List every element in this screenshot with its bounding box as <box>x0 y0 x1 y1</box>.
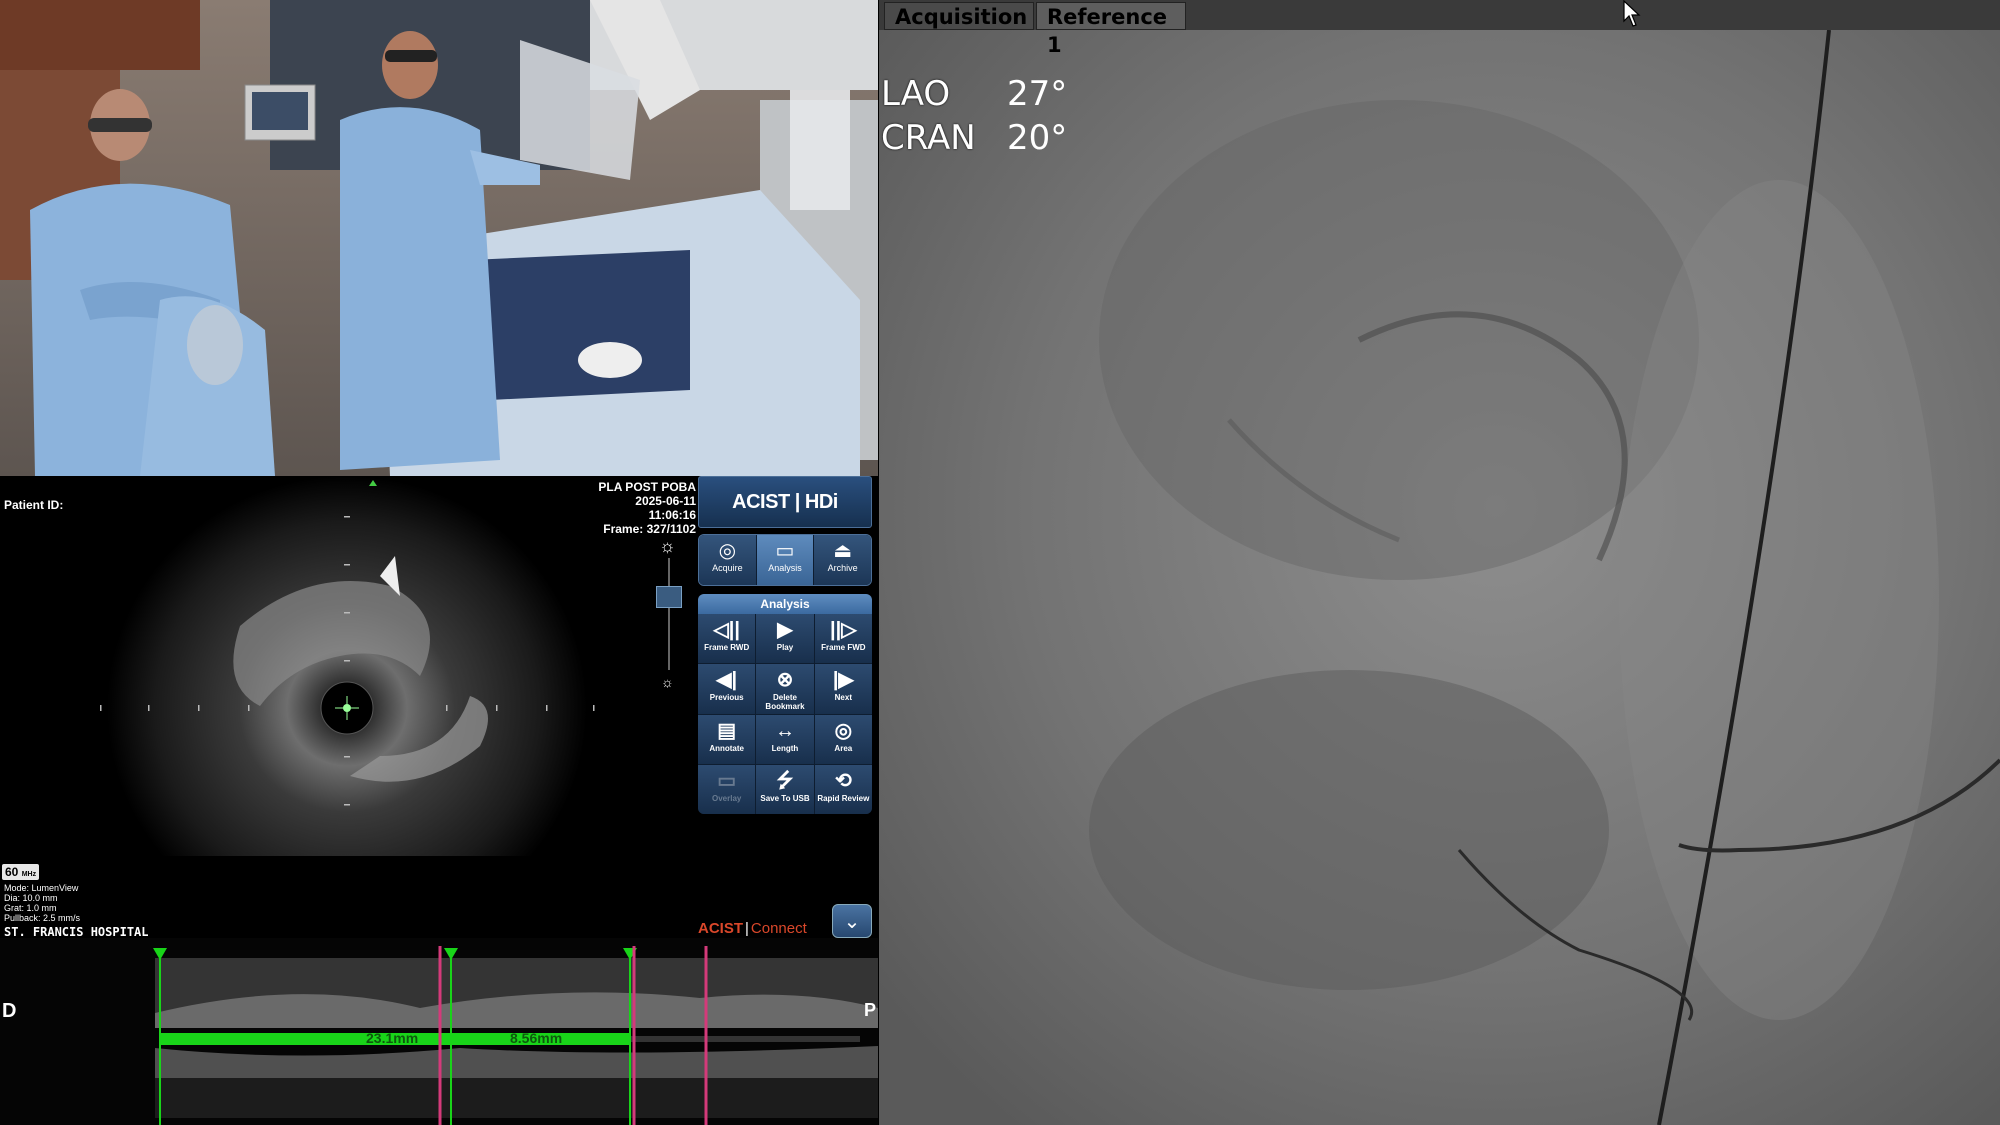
frame-rewind-label: Frame RWD <box>704 643 750 652</box>
archive-button[interactable]: ⏏ Archive <box>814 535 871 585</box>
lao-angle-value: 27° <box>1007 74 1068 114</box>
acist-hdi-logo: ACIST | HDi <box>698 476 872 528</box>
brightness-high-icon: ☼ <box>659 536 676 556</box>
ruler-icon: ▭ <box>775 540 795 562</box>
frame-forward-label: Frame FWD <box>821 643 866 652</box>
analysis-label: Analysis <box>768 563 802 573</box>
viewer-tab-bar: Acquisition Reference 1 <box>879 0 2000 57</box>
annotate-label: Annotate <box>709 743 744 753</box>
frame-counter: Frame: 327/1102 <box>603 522 696 536</box>
frequency-badge: 60 MHz <box>2 864 40 880</box>
chevron-down-icon: ⌄ <box>843 911 861 933</box>
acquisition-settings: Mode: LumenView Dia: 10.0 mm Grat: 1.0 m… <box>4 883 80 923</box>
frame-forward-icon: ||▷ <box>830 619 857 641</box>
connect-acist-text: ACIST <box>698 920 743 937</box>
area-button[interactable]: ◎ Area <box>814 714 872 764</box>
longitudinal-image <box>0 938 878 1125</box>
next-button[interactable]: |▶ Next <box>814 664 872 714</box>
recording-time: 11:06:16 <box>648 508 696 522</box>
play-label: Play <box>776 643 794 652</box>
rapid-review-icon: ⟲ <box>834 769 852 792</box>
archive-label: Archive <box>827 563 858 573</box>
cran-angle-value: 20° <box>1007 118 1068 158</box>
previous-icon: ◀| <box>716 669 738 692</box>
analysis-button-grid: ◁|| Frame RWD ▶ Play ||▷ Frame FWD ◀| Previo… <box>698 614 872 814</box>
area-icon: ◎ <box>834 719 853 742</box>
setting-diameter: Dia: 10.0 mm <box>4 893 58 903</box>
length-icon: ↔ <box>774 719 795 742</box>
recording-name: PLA POST POBA <box>598 480 696 494</box>
mode-tabs: ◎ Acquire ▭ Analysis ⏏ Archive <box>698 534 872 586</box>
setting-graticule: Grat: 1.0 mm <box>4 903 57 913</box>
collapse-chevron-button[interactable]: ⌄ <box>832 904 872 938</box>
setting-mode: Mode: LumenView <box>4 883 79 893</box>
delete-bookmark-icon: ⊗ <box>776 669 794 692</box>
brightness-track <box>668 558 670 670</box>
ivus-panel: Patient ID: PLA POST POBA 2025-06-11 11:… <box>0 476 878 1125</box>
connect-word-text: Connect <box>750 920 807 937</box>
length-label: Length <box>771 743 799 753</box>
frame-forward-button[interactable]: ||▷ Frame FWD <box>814 614 872 664</box>
recording-date: 2025-06-11 <box>635 494 696 508</box>
overlay-button[interactable]: ▭ Overlay <box>698 764 756 814</box>
previous-button[interactable]: ◀| Previous <box>698 664 756 714</box>
longitudinal-view[interactable]: D P 23.1mm 8.56mm <box>0 938 878 1125</box>
usb-icon: ⭍ <box>776 769 794 792</box>
rapid-review-button[interactable]: ⟲ Rapid Review <box>814 764 872 814</box>
frame-rewind-button[interactable]: ◁|| Frame RWD <box>698 614 756 664</box>
save-to-usb-button[interactable]: ⭍ Save To USB <box>756 764 814 814</box>
proximal-label: P <box>864 1000 877 1020</box>
setting-pullback: Pullback: 2.5 mm/s <box>4 913 81 923</box>
cath-lab-scene <box>0 0 878 476</box>
archive-icon: ⏏ <box>833 540 853 562</box>
annotate-button[interactable]: ▤ Annotate <box>698 714 756 764</box>
acist-connect-logo: ACIST | Connect <box>698 920 807 937</box>
next-icon: |▶ <box>832 669 854 692</box>
next-label: Next <box>834 693 852 703</box>
overlay-label: Overlay <box>711 793 742 803</box>
frame-rewind-icon: ◁|| <box>713 619 740 641</box>
logo-acist-text: ACIST <box>732 491 790 513</box>
hospital-name: ST. FRANCIS HOSPITAL <box>4 925 149 939</box>
angiography-viewer: Acquisition Reference 1 LAO 27° CRAN 20° <box>879 0 2000 1125</box>
acquire-label: Acquire <box>712 563 743 573</box>
annotate-icon: ▤ <box>717 719 737 742</box>
save-to-usb-label: Save To USB <box>760 793 810 803</box>
mouse-cursor-icon <box>1623 0 1641 27</box>
frequency-value: 60 <box>5 865 19 879</box>
acist-control-panel: ACIST | HDi ◎ Acquire ▭ Analysis ⏏ Archi… <box>698 476 872 814</box>
length-button[interactable]: ↔ Length <box>756 714 814 764</box>
measurement-2-label: 8.56mm <box>510 1030 563 1046</box>
ivus-cross-section-image <box>100 476 595 856</box>
delete-bookmark-button[interactable]: ⊗ Delete Bookmark <box>756 664 814 714</box>
play-button[interactable]: ▶ Play <box>756 614 814 664</box>
rapid-review-label: Rapid Review <box>817 793 870 803</box>
logo-hdi-text: HDi <box>804 491 838 513</box>
angiogram-image <box>879 0 2000 1125</box>
analysis-button[interactable]: ▭ Analysis <box>756 535 815 585</box>
distal-label: D <box>2 1000 17 1022</box>
previous-label: Previous <box>709 693 744 703</box>
cath-lab-video-feed <box>0 0 878 476</box>
recording-info: PLA POST POBA 2025-06-11 11:06:16 Frame:… <box>598 480 696 536</box>
measurement-1-label: 23.1mm <box>366 1030 419 1046</box>
acquire-icon: ◎ <box>718 540 737 562</box>
overlay-icon: ▭ <box>717 769 737 792</box>
lao-angle-label: LAO <box>881 74 951 114</box>
brightness-low-icon: ☼ <box>661 674 674 690</box>
cran-angle-label: CRAN <box>881 118 976 158</box>
brightness-slider[interactable]: ☼ ☼ <box>656 536 682 696</box>
frequency-unit: MHz <box>21 871 37 878</box>
acquire-button[interactable]: ◎ Acquire <box>699 535 757 585</box>
delete-bookmark-label: Delete Bookmark <box>765 693 805 712</box>
tab-reference-1[interactable]: Reference 1 <box>1036 2 1186 57</box>
tab-acquisition[interactable]: Acquisition <box>884 2 1034 30</box>
analysis-section-title: Analysis <box>698 594 872 614</box>
patient-id-label: Patient ID: <box>4 498 64 512</box>
play-icon: ▶ <box>777 619 793 641</box>
area-label: Area <box>834 743 853 753</box>
brightness-thumb[interactable] <box>656 586 682 608</box>
